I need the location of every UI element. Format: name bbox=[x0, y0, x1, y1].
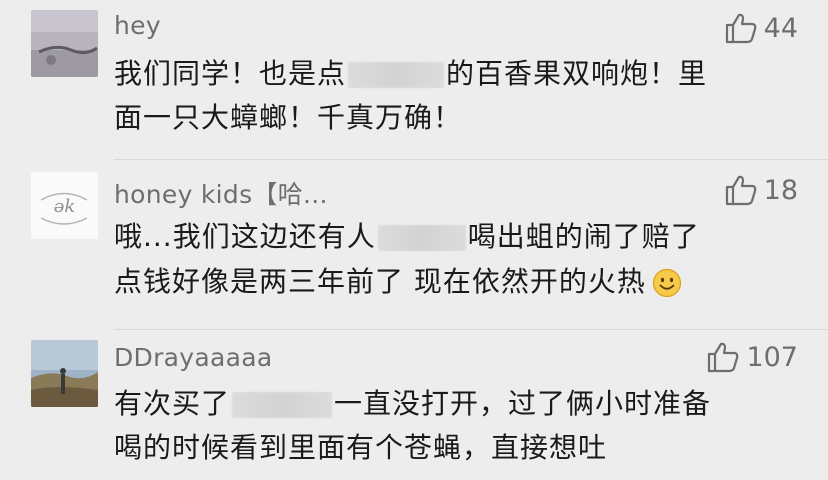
comment-username[interactable]: honey kids【哈... bbox=[114, 175, 328, 211]
like-button[interactable]: 107 bbox=[706, 340, 798, 374]
avatar[interactable] bbox=[31, 10, 98, 77]
text-segment: 哦...我们这边还有人 bbox=[114, 220, 376, 253]
avatar[interactable] bbox=[31, 340, 98, 407]
text-segment: 喝的时候看到里面有个苍蝇，直接想吐 bbox=[114, 431, 608, 464]
like-button[interactable]: 44 bbox=[724, 11, 798, 45]
text-segment: 面一只大蟑螂！千真万确！ bbox=[114, 101, 463, 134]
thumbs-up-icon bbox=[708, 342, 739, 373]
avatar-image bbox=[31, 340, 98, 407]
comment-item: hey 44 我们同学！也是点 的百香果双响炮！里 面一只大蟑螂！千真万确！ bbox=[0, 0, 828, 160]
comment-item: ǝk honey kids【哈... 18 哦...我们这边还有人 喝出蛆的闹了赔… bbox=[0, 160, 828, 330]
comment-text-line: 哦...我们这边还有人 喝出蛆的闹了赔了 bbox=[114, 219, 700, 255]
like-count: 44 bbox=[763, 12, 798, 44]
redacted-brand bbox=[348, 62, 445, 88]
svg-text:ǝk: ǝk bbox=[54, 196, 76, 217]
text-segment: 喝出蛆的闹了赔了 bbox=[467, 220, 700, 253]
comment-text-line: 喝的时候看到里面有个苍蝇，直接想吐 bbox=[114, 430, 607, 466]
text-segment: 我们同学！也是点 bbox=[114, 57, 347, 90]
comment-text-line: 点钱好像是两三年前了 现在依然开的火热 bbox=[114, 264, 682, 300]
like-count: 18 bbox=[763, 174, 798, 206]
text-segment: 点钱好像是两三年前了 现在依然开的火热 bbox=[114, 265, 646, 298]
avatar-image bbox=[31, 10, 98, 77]
comment-text-line: 我们同学！也是点 的百香果双响炮！里 bbox=[114, 56, 707, 92]
comment-username[interactable]: hey bbox=[114, 11, 161, 40]
like-count: 107 bbox=[746, 341, 798, 373]
text-segment: 有次买了 bbox=[114, 387, 231, 420]
smile-emoji-icon bbox=[652, 268, 682, 298]
comment-text-line: 面一只大蟑螂！千真万确！ bbox=[114, 100, 462, 136]
text-segment: 一直没打开，过了俩小时准备 bbox=[334, 387, 712, 420]
like-button[interactable]: 18 bbox=[724, 173, 798, 207]
comment-item: DDrayaaaaa 107 有次买了 一直没打开，过了俩小时准备 喝的时候看到里… bbox=[0, 330, 828, 480]
avatar-image: ǝk bbox=[31, 172, 98, 239]
comment-username[interactable]: DDrayaaaaa bbox=[114, 343, 273, 372]
thumbs-up-icon bbox=[725, 13, 756, 44]
redacted-brand bbox=[377, 225, 466, 251]
avatar[interactable]: ǝk bbox=[31, 172, 98, 239]
comment-text-line: 有次买了 一直没打开，过了俩小时准备 bbox=[114, 386, 711, 422]
text-segment: 的百香果双响炮！里 bbox=[446, 57, 708, 90]
redacted-brand bbox=[232, 392, 333, 418]
thumbs-up-icon bbox=[725, 175, 756, 206]
